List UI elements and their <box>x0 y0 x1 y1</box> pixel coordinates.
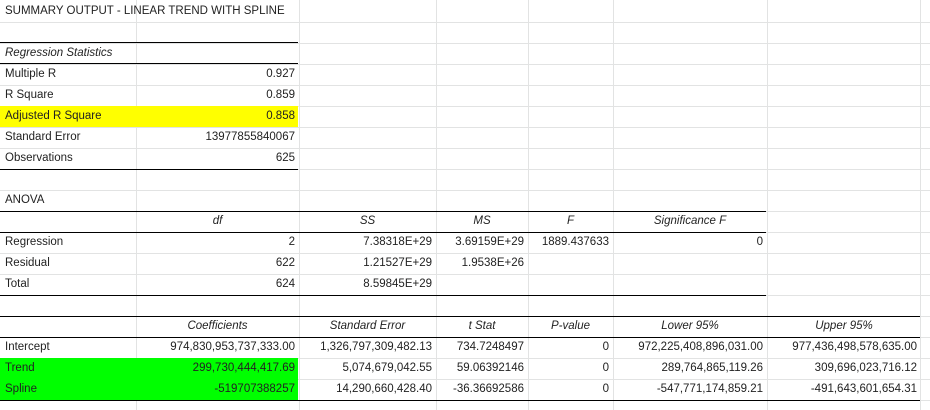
anova-bottom-rule <box>0 295 766 296</box>
trend-upper-95[interactable]: 309,696,023,716.12 <box>767 358 921 379</box>
anova-regression-df[interactable]: 2 <box>136 232 299 253</box>
anova-header-ms[interactable]: MS <box>436 211 528 232</box>
multiple-r-label[interactable]: Multiple R <box>0 64 56 85</box>
anova-regression-significance-f[interactable]: 0 <box>613 232 767 253</box>
spline-coefficient[interactable]: -519707388257 <box>136 379 299 400</box>
spline-label[interactable]: Spline <box>0 379 37 400</box>
anova-total-ss[interactable]: 8.59845E+29 <box>299 274 436 295</box>
intercept-t-stat[interactable]: 734.7248497 <box>436 337 528 358</box>
spline-t-stat[interactable]: -36.36692586 <box>436 379 528 400</box>
intercept-standard-error[interactable]: 1,326,797,309,482.13 <box>299 337 436 358</box>
anova-title[interactable]: ANOVA <box>0 190 44 211</box>
anova-regression-label[interactable]: Regression <box>0 232 63 253</box>
trend-coefficient[interactable]: 299,730,444,417.69 <box>136 358 299 379</box>
adjusted-r-square-value[interactable]: 0.858 <box>136 106 299 127</box>
spline-standard-error[interactable]: 14,290,660,428.40 <box>299 379 436 400</box>
r-square-label[interactable]: R Square <box>0 85 54 106</box>
intercept-p-value[interactable]: 0 <box>528 337 613 358</box>
grid-row-line <box>0 43 930 44</box>
standard-error-value[interactable]: 13977855840067 <box>136 127 299 148</box>
anova-residual-df[interactable]: 622 <box>136 253 299 274</box>
trend-lower-95[interactable]: 289,764,865,119.26 <box>613 358 767 379</box>
spline-lower-95[interactable]: -547,771,174,859.21 <box>613 379 767 400</box>
multiple-r-value[interactable]: 0.927 <box>136 64 299 85</box>
anova-residual-ss[interactable]: 1.21527E+29 <box>299 253 436 274</box>
coef-bottom-rule <box>0 400 920 401</box>
anova-regression-ms[interactable]: 3.69159E+29 <box>436 232 528 253</box>
intercept-lower-95[interactable]: 972,225,408,896,031.00 <box>613 337 767 358</box>
anova-residual-label[interactable]: Residual <box>0 253 50 274</box>
coef-header-coefficients[interactable]: Coefficients <box>136 316 299 337</box>
spline-p-value[interactable]: 0 <box>528 379 613 400</box>
anova-regression-f[interactable]: 1889.437633 <box>528 232 613 253</box>
anova-header-df[interactable]: df <box>136 211 299 232</box>
standard-error-label[interactable]: Standard Error <box>0 127 80 148</box>
coef-header-upper-95[interactable]: Upper 95% <box>767 316 921 337</box>
r-square-value[interactable]: 0.859 <box>136 85 299 106</box>
observations-value[interactable]: 625 <box>136 148 299 169</box>
trend-standard-error[interactable]: 5,074,679,042.55 <box>299 358 436 379</box>
sheet-title[interactable]: SUMMARY OUTPUT - LINEAR TREND WITH SPLIN… <box>0 1 285 22</box>
coef-header-standard-error[interactable]: Standard Error <box>299 316 436 337</box>
trend-label[interactable]: Trend <box>0 358 35 379</box>
grid-row-line <box>0 22 930 23</box>
trend-p-value[interactable]: 0 <box>528 358 613 379</box>
spline-upper-95[interactable]: -491,643,601,654.31 <box>767 379 921 400</box>
anova-header-ss[interactable]: SS <box>299 211 436 232</box>
trend-t-stat[interactable]: 59.06392146 <box>436 358 528 379</box>
anova-regression-ss[interactable]: 7.38318E+29 <box>299 232 436 253</box>
anova-total-label[interactable]: Total <box>0 274 29 295</box>
intercept-label[interactable]: Intercept <box>0 337 50 358</box>
adjusted-r-square-label[interactable]: Adjusted R Square <box>0 106 102 127</box>
coef-header-p-value[interactable]: P-value <box>528 316 613 337</box>
regression-statistics-header[interactable]: Regression Statistics <box>0 43 112 64</box>
intercept-coefficient[interactable]: 974,830,953,737,333.00 <box>136 337 299 358</box>
coef-header-lower-95[interactable]: Lower 95% <box>613 316 767 337</box>
anova-header-f[interactable]: F <box>528 211 613 232</box>
coef-header-t-stat[interactable]: t Stat <box>436 316 528 337</box>
anova-residual-ms[interactable]: 1.9538E+26 <box>436 253 528 274</box>
intercept-upper-95[interactable]: 977,436,498,578,635.00 <box>767 337 921 358</box>
anova-header-significance-f[interactable]: Significance F <box>613 211 767 232</box>
anova-total-df[interactable]: 624 <box>136 274 299 295</box>
grid-row-line <box>0 190 930 191</box>
observations-label[interactable]: Observations <box>0 148 73 169</box>
regstats-bottom-rule <box>0 169 298 170</box>
